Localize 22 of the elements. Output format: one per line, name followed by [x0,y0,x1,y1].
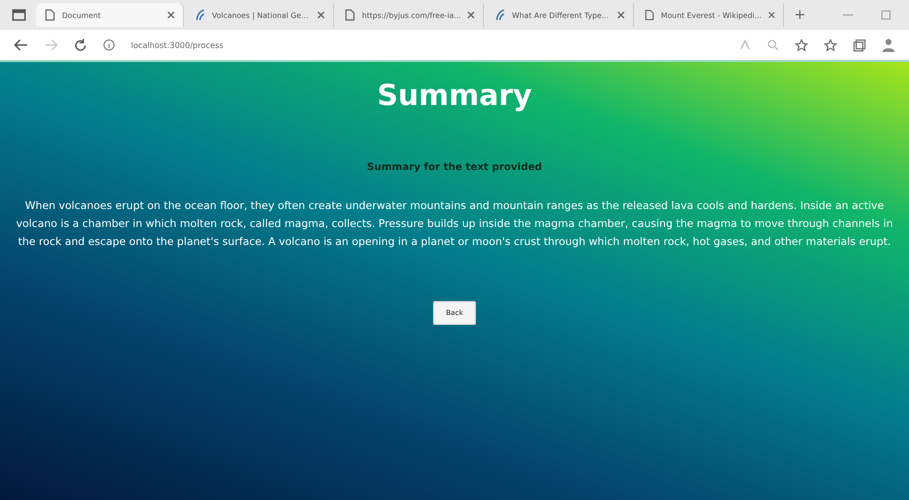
page-title: Summary [377,78,532,112]
favorites-icon[interactable] [824,38,837,52]
tab-actions-icon[interactable] [12,9,26,21]
close-icon[interactable] [317,11,325,19]
star-icon[interactable] [795,38,808,52]
maximize-icon[interactable] [881,10,891,20]
back-icon[interactable] [14,39,28,51]
info-icon[interactable] [103,39,115,51]
refresh-icon[interactable] [74,38,87,52]
page-subtitle: Summary for the text provided [367,162,542,173]
page-icon [644,9,655,21]
address-field[interactable]: localhost:3000/process [131,40,224,50]
close-icon[interactable] [467,11,475,19]
profile-icon[interactable] [882,38,895,52]
collections-icon[interactable] [853,38,866,52]
close-icon[interactable] [167,11,175,19]
summary-paragraph: When volcanoes erupt on the ocean floor, they often create underwater mountains and mountain ranges as the released lava cools and hardens. Inside an active volcano is a chamber in which molten rock, called magma, collects. Pressure builds up inside the magma chamber, causing the magma to move through channels in the rock and escape onto the planet's surface. A volcano is an opening in a planet or moon's crust through which molten rock, hot gases, and other materials erupt. [16,199,893,250]
close-icon[interactable] [768,11,775,19]
new-tab-button[interactable]: + [786,7,814,23]
close-icon[interactable] [617,11,625,19]
page-icon [344,9,356,21]
page-icon [44,9,56,21]
